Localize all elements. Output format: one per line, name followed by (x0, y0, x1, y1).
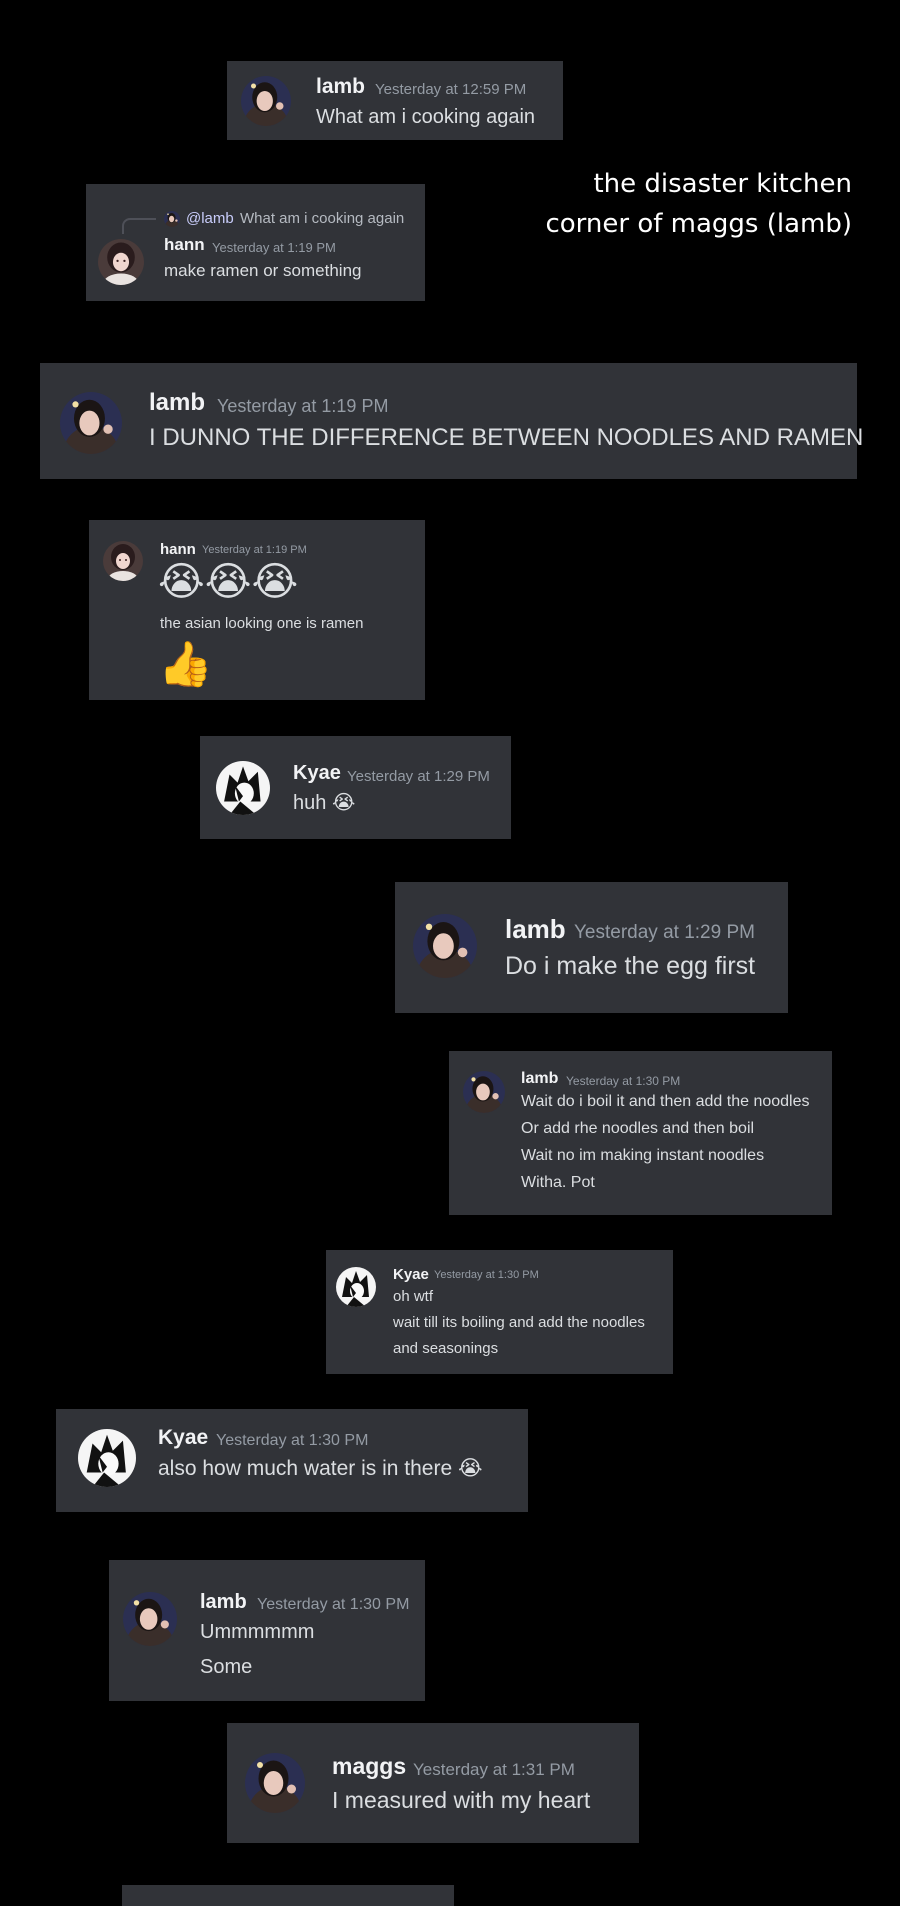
timestamp: Yesterday at 1:19 PM (202, 544, 307, 556)
message-text: huh 😭 (293, 790, 355, 815)
timestamp: Yesterday at 1:30 PM (566, 1074, 681, 1088)
message-text: Do i make the egg first (505, 952, 756, 980)
author-name[interactable]: lamb (200, 1591, 247, 1614)
message-text: make ramen or something (164, 261, 362, 280)
caption-overlay: the disaster kitchen corner of maggs (la… (545, 164, 852, 244)
caption-line-1: the disaster kitchen (593, 169, 852, 199)
message-card: lamb Yesterday at 1:19 PM I DUNNO THE DI… (40, 363, 863, 479)
avatar[interactable] (463, 1071, 505, 1113)
message-card: lamb Yesterday at 1:29 PM Do i make the … (395, 882, 788, 1013)
message-text-span: also how much water is in there (158, 1457, 453, 1480)
message-text: Witha. Pot (521, 1174, 595, 1191)
message-card: hann Yesterday at 1:19 PM 😭😭😭 the asian … (89, 520, 425, 700)
avatar[interactable] (103, 541, 143, 581)
message-card: maggs Yesterday at 1:31 PM I measured wi… (227, 1723, 639, 1843)
message-card: lamb Yesterday at 12:59 PM What am i coo… (227, 61, 563, 140)
avatar[interactable] (245, 1753, 305, 1813)
reply-avatar (164, 211, 180, 227)
crying-emoji: 😭 (331, 792, 356, 814)
avatar[interactable] (336, 1267, 376, 1307)
message-card: Kyae Yesterday at 1:30 PM also how much … (56, 1409, 528, 1512)
avatar[interactable] (216, 761, 270, 815)
message-text: Or add rhe noodles and then boil (521, 1120, 755, 1137)
author-name[interactable]: lamb (505, 914, 566, 945)
crying-emoji: 😭 (457, 1457, 483, 1480)
message-text: oh wtf (393, 1288, 434, 1305)
author-name[interactable]: lamb (316, 75, 365, 99)
author-name[interactable]: lamb (149, 389, 205, 417)
timestamp: Yesterday at 12:59 PM (375, 81, 527, 98)
message-text: Some (200, 1656, 253, 1678)
avatar[interactable] (60, 392, 122, 454)
timestamp: Yesterday at 1:30 PM (434, 1269, 539, 1281)
reply-spine (122, 218, 156, 234)
author-name[interactable]: lamb (521, 1070, 558, 1088)
message-text: What am i cooking again (316, 106, 536, 128)
message-text: wait till its boiling and add the noodle… (393, 1314, 645, 1331)
message-text: also how much water is in there 😭 (158, 1456, 483, 1481)
message-text: and seasonings (393, 1340, 499, 1357)
avatar[interactable] (78, 1429, 136, 1487)
message-text: Wait no im making instant noodles (521, 1147, 765, 1164)
crying-emoji-row: 😭😭😭 (158, 560, 299, 604)
timestamp: Yesterday at 1:30 PM (216, 1432, 369, 1449)
author-name[interactable]: Kyae (158, 1426, 208, 1450)
author-name[interactable]: Kyae (393, 1266, 429, 1283)
message-text: Ummmmmm (200, 1621, 315, 1643)
reply-preview[interactable]: What am i cooking again (240, 210, 404, 227)
reply-mention[interactable]: @lamb (186, 210, 234, 227)
timestamp: Yesterday at 1:19 PM (217, 396, 389, 416)
author-name[interactable]: Kyae (293, 762, 341, 785)
message-text: I measured with my heart (332, 1787, 591, 1813)
avatar[interactable] (413, 914, 477, 978)
message-text: the asian looking one is ramen (160, 615, 364, 632)
timestamp: Yesterday at 1:30 PM (257, 1596, 410, 1613)
thumbs-up-emoji: 👍 (158, 640, 213, 689)
message-text-span: huh (293, 792, 327, 814)
timestamp: Yesterday at 1:19 PM (212, 240, 336, 255)
message-card: lamb Yesterday at 1:30 PM Wait do i boil… (449, 1051, 832, 1215)
timestamp: Yesterday at 1:31 PM (413, 1760, 575, 1779)
message-card: lamb Yesterday at 1:30 PM Ummmmmm Some (109, 1560, 425, 1701)
author-name[interactable]: maggs (332, 1753, 406, 1780)
avatar[interactable] (123, 1592, 177, 1646)
message-text: I DUNNO THE DIFFERENCE BETWEEN NOODLES A… (149, 424, 864, 451)
message-card-partial (122, 1885, 454, 1906)
message-card: Kyae Yesterday at 1:29 PM huh 😭 (200, 736, 511, 839)
message-card: @lamb What am i cooking again hann Yeste… (86, 184, 425, 301)
caption-line-2: corner of maggs (lamb) (545, 209, 852, 239)
avatar[interactable] (98, 239, 144, 285)
message-card: Kyae Yesterday at 1:30 PM oh wtf wait ti… (326, 1250, 673, 1374)
author-name[interactable]: hann (164, 235, 205, 255)
timestamp: Yesterday at 1:29 PM (574, 922, 755, 943)
avatar[interactable] (241, 76, 291, 126)
message-text: Wait do i boil it and then add the noodl… (521, 1093, 810, 1110)
timestamp: Yesterday at 1:29 PM (347, 768, 490, 785)
